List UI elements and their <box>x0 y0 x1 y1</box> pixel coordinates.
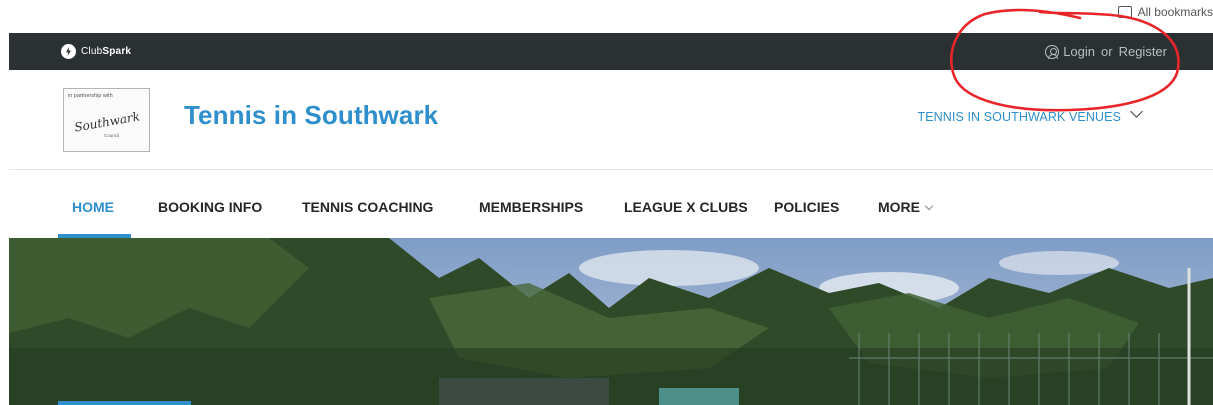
login-link[interactable]: Login <box>1063 44 1095 59</box>
nav-item-league-x-clubs[interactable]: LEAGUE X CLUBS <box>624 199 748 215</box>
top-bar: ClubSpark Login or Register <box>9 33 1213 70</box>
southwark-partner-logo[interactable]: in partnership with Southwark Council <box>63 88 150 152</box>
clubspark-logo-icon <box>61 44 76 59</box>
bookmarks-bar: All bookmarks <box>0 0 1213 33</box>
site-header: in partnership with Southwark Council Te… <box>9 70 1213 170</box>
clubspark-wordmark: ClubSpark <box>81 46 132 57</box>
clubspark-logo[interactable]: ClubSpark <box>61 44 131 59</box>
chevron-down-icon <box>924 201 934 211</box>
auth-links: Login or Register <box>1045 44 1167 59</box>
nav-item-policies[interactable]: POLICIES <box>774 199 839 215</box>
register-link[interactable]: Register <box>1119 44 1167 59</box>
hero-tab-indicator <box>58 401 191 405</box>
nav-item-home[interactable]: HOME <box>72 199 114 215</box>
hero-image <box>9 238 1213 405</box>
user-circle-icon <box>1045 44 1060 59</box>
nav-item-memberships[interactable]: MEMBERSHIPS <box>479 199 583 215</box>
nav-item-tennis-coaching[interactable]: TENNIS COACHING <box>302 199 433 215</box>
folder-icon <box>1117 6 1132 18</box>
chevron-down-icon[interactable] <box>1130 105 1143 118</box>
hero-photo <box>9 238 1213 405</box>
partner-caption: in partnership with <box>68 93 113 99</box>
site-title[interactable]: Tennis in Southwark <box>184 100 438 131</box>
main-nav: HOME BOOKING INFO TENNIS COACHING MEMBER… <box>9 171 1213 238</box>
partner-name: Southwark <box>73 109 141 135</box>
partner-sub: Council <box>104 133 120 138</box>
nav-item-booking-info[interactable]: BOOKING INFO <box>158 199 262 215</box>
all-bookmarks-label: All bookmarks <box>1137 5 1213 19</box>
all-bookmarks-button[interactable]: All bookmarks <box>1117 4 1213 20</box>
nav-item-more[interactable]: MORE <box>878 199 934 215</box>
or-text: or <box>1101 44 1113 59</box>
venues-dropdown[interactable]: TENNIS IN SOUTHWARK VENUES <box>917 110 1121 124</box>
